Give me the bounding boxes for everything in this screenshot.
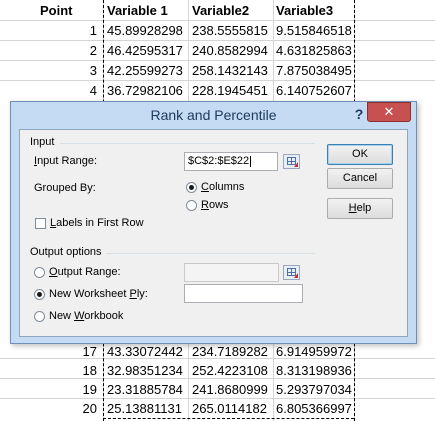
input-range-collapse-button[interactable]: [283, 154, 300, 169]
output-range-collapse-button[interactable]: [283, 265, 300, 280]
grouped-by-label: Grouped By:: [34, 182, 96, 194]
table-row: 20 25.13881131 265.0114182 6.805366997: [0, 399, 435, 419]
cell-variable-2[interactable]: 240.8582994: [189, 41, 273, 61]
cell-variable-2[interactable]: 265.0114182: [189, 399, 273, 419]
help-icon[interactable]: ?: [351, 105, 367, 123]
input-range-label: Input Range:: [34, 155, 97, 167]
dialog-body: Input Input Range: $C$2:$E$22 Grouped By…: [19, 129, 408, 337]
cell-variable-3[interactable]: 6.805366997: [274, 399, 355, 419]
cell-variable-1[interactable]: 46.42595317: [104, 41, 188, 61]
labels-first-row-label[interactable]: Labels in First Row: [50, 217, 144, 229]
header-cell-variable-2[interactable]: Variable2: [189, 1, 273, 21]
close-button[interactable]: ✕: [367, 102, 411, 122]
output-range-label[interactable]: Output Range:: [49, 266, 121, 278]
cell-variable-3[interactable]: 5.293797034: [274, 380, 355, 400]
new-worksheet-name-field[interactable]: [184, 284, 303, 303]
rows-radio-label[interactable]: Rows: [201, 199, 229, 211]
table-row: 17 43.33072442 234.7189282 6.914959972: [0, 342, 435, 362]
output-range-field[interactable]: [184, 263, 279, 282]
cell-point[interactable]: 3: [0, 61, 103, 81]
table-row: 1 45.89928298 238.5555815 9.515846518: [0, 21, 435, 41]
rank-and-percentile-dialog: Rank and Percentile ? ✕ Input Input Rang…: [10, 101, 417, 344]
selection-marquee: [103, 418, 354, 419]
cell-point[interactable]: 18: [0, 361, 103, 381]
header-cell-variable-3[interactable]: Variable3: [274, 1, 355, 21]
new-workbook-label[interactable]: New Workbook: [49, 310, 123, 322]
rows-radio[interactable]: [186, 200, 197, 211]
cell-variable-1[interactable]: 45.89928298: [104, 21, 188, 41]
cell-variable-1[interactable]: 25.13881131: [104, 399, 188, 419]
cell-variable-2[interactable]: 241.8680999: [189, 380, 273, 400]
cell-point[interactable]: 2: [0, 41, 103, 61]
collapse-arrow-icon: [294, 273, 298, 278]
header-row: Point Variable 1 Variable2 Variable3: [0, 1, 435, 21]
cell-variable-3[interactable]: 8.313198936: [274, 361, 355, 381]
help-button[interactable]: Help: [327, 198, 393, 219]
cell-point[interactable]: 1: [0, 21, 103, 41]
cell-variable-2[interactable]: 228.1945451: [189, 81, 273, 101]
collapse-arrow-icon: [294, 162, 298, 167]
cell-variable-2[interactable]: 258.1432143: [189, 61, 273, 81]
cell-point[interactable]: 17: [0, 342, 103, 362]
header-cell-variable-1[interactable]: Variable 1: [104, 1, 188, 21]
close-icon: ✕: [383, 104, 395, 119]
table-row: 4 36.72982106 228.1945451 6.140752607: [0, 81, 435, 101]
labels-first-row-checkbox[interactable]: [35, 218, 46, 229]
cell-variable-3[interactable]: 6.140752607: [274, 81, 355, 101]
input-section-label: Input: [30, 136, 55, 148]
new-worksheet-label[interactable]: New Worksheet Ply:: [49, 288, 148, 300]
group-divider: [60, 143, 315, 144]
ok-button[interactable]: OK: [327, 144, 393, 165]
table-row: 18 32.98351234 252.4223108 8.313198936: [0, 361, 435, 381]
group-divider: [106, 253, 315, 254]
cell-variable-2[interactable]: 238.5555815: [189, 21, 273, 41]
output-range-radio[interactable]: [34, 267, 45, 278]
table-row: 3 42.25599273 258.1432143 7.875038495: [0, 61, 435, 81]
dialog-titlebar[interactable]: Rank and Percentile ? ✕: [11, 102, 416, 129]
cell-point[interactable]: 19: [0, 380, 103, 400]
cancel-button[interactable]: Cancel: [327, 168, 393, 189]
output-section-label: Output options: [30, 246, 102, 258]
cell-variable-1[interactable]: 43.33072442: [104, 342, 188, 362]
cell-variable-3[interactable]: 4.631825863: [274, 41, 355, 61]
cell-variable-3[interactable]: 7.875038495: [274, 61, 355, 81]
cell-variable-1[interactable]: 32.98351234: [104, 361, 188, 381]
text-caret: [250, 155, 252, 167]
new-worksheet-radio[interactable]: [34, 289, 45, 300]
cell-point[interactable]: 4: [0, 81, 103, 101]
cell-variable-1[interactable]: 36.72982106: [104, 81, 188, 101]
cell-point[interactable]: 20: [0, 399, 103, 419]
cell-variable-3[interactable]: 6.914959972: [274, 342, 355, 362]
columns-radio[interactable]: [186, 182, 197, 193]
new-workbook-radio[interactable]: [34, 311, 45, 322]
input-range-field[interactable]: $C$2:$E$22: [184, 152, 278, 171]
cell-variable-3[interactable]: 9.515846518: [274, 21, 355, 41]
cell-variable-2[interactable]: 234.7189282: [189, 342, 273, 362]
columns-radio-label[interactable]: Columns: [201, 181, 244, 193]
cell-variable-1[interactable]: 23.31885784: [104, 380, 188, 400]
table-row: 2 46.42595317 240.8582994 4.631825863: [0, 41, 435, 61]
cell-variable-2[interactable]: 252.4223108: [189, 361, 273, 381]
cell-variable-1[interactable]: 42.25599273: [104, 61, 188, 81]
header-cell-point[interactable]: Point: [0, 1, 103, 21]
table-row: 19 23.31885784 241.8680999 5.293797034: [0, 380, 435, 400]
